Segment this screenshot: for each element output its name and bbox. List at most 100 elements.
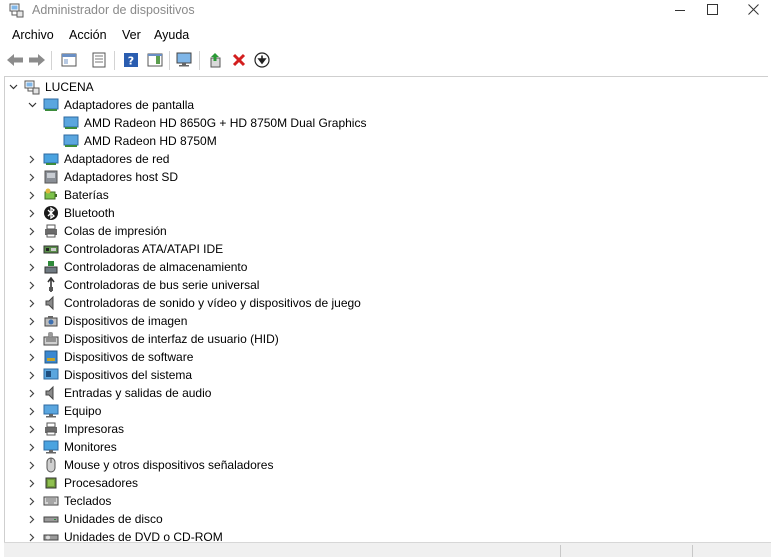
status-divider [560, 545, 561, 557]
chevron-right-icon[interactable] [27, 186, 37, 204]
properties-button[interactable] [89, 50, 109, 70]
category-label: Procesadores [64, 476, 139, 490]
tree-node-category[interactable]: Controladoras de sonido y vídeo y dispos… [27, 294, 361, 312]
tree-node-category[interactable]: Mouse y otros dispositivos señaladores [27, 456, 273, 474]
maximize-icon [707, 4, 718, 15]
help-button[interactable]: ? [121, 50, 141, 70]
tree-node-category[interactable]: Bluetooth [27, 204, 115, 222]
title-bar: Administrador de dispositivos [0, 0, 771, 24]
category-label: Adaptadores host SD [64, 170, 179, 184]
chevron-right-icon[interactable] [27, 348, 37, 366]
tree-node-category[interactable]: Teclados [27, 492, 111, 510]
menu-archivo[interactable]: Archivo [12, 28, 54, 42]
tree-node-category[interactable]: Monitores [27, 438, 117, 456]
category-label: Impresoras [64, 422, 125, 436]
monitor-icon [43, 440, 59, 454]
maximize-button[interactable] [689, 0, 735, 22]
tree-node-root[interactable]: LUCENA [8, 78, 94, 96]
status-divider [692, 545, 693, 557]
chevron-right-icon[interactable] [27, 276, 37, 294]
chevron-right-icon[interactable] [27, 150, 37, 168]
menu-ver[interactable]: Ver [122, 28, 141, 42]
forward-button[interactable] [27, 50, 47, 70]
monitor-scan-icon [176, 52, 192, 67]
keyboard-icon [43, 496, 59, 506]
toolbar: ? [0, 45, 771, 75]
chevron-right-icon[interactable] [27, 510, 37, 528]
close-button[interactable] [730, 0, 771, 22]
chevron-right-icon[interactable] [27, 492, 37, 510]
processor-icon [45, 477, 57, 489]
camera-icon [44, 316, 58, 327]
toolbar-separator [169, 51, 170, 70]
scan-hardware-button[interactable] [175, 50, 195, 70]
chevron-right-icon[interactable] [27, 366, 37, 384]
chevron-right-icon[interactable] [27, 456, 37, 474]
tree-node-category[interactable]: Controladoras de bus serie universal [27, 276, 259, 294]
chevron-right-icon[interactable] [27, 330, 37, 348]
storage-controller-icon [44, 261, 58, 274]
chevron-right-icon[interactable] [27, 258, 37, 276]
help-icon: ? [124, 53, 138, 68]
display-adapter-icon [63, 116, 79, 129]
category-label: Controladoras de sonido y vídeo y dispos… [64, 296, 361, 310]
chevron-right-icon[interactable] [27, 294, 37, 312]
category-label: Monitores [64, 440, 117, 454]
tree-node-category[interactable]: Dispositivos de software [27, 348, 193, 366]
chevron-right-icon[interactable] [27, 420, 37, 438]
menu-accion[interactable]: Acción [69, 28, 107, 42]
chevron-right-icon[interactable] [27, 402, 37, 420]
tree-node-category[interactable]: Controladoras de almacenamiento [27, 258, 247, 276]
chevron-right-icon[interactable] [27, 312, 37, 330]
chevron-right-icon[interactable] [27, 204, 37, 222]
tree-node-category[interactable]: Entradas y salidas de audio [27, 384, 211, 402]
tree-node-category[interactable]: Colas de impresión [27, 222, 167, 240]
properties-pane-icon [61, 53, 77, 67]
chevron-right-icon[interactable] [27, 222, 37, 240]
uninstall-button[interactable] [229, 50, 249, 70]
root-label: LUCENA [45, 80, 94, 94]
chevron-down-icon[interactable] [27, 96, 37, 114]
device-label: AMD Radeon HD 8750M [84, 134, 217, 148]
tree-node-device[interactable]: AMD Radeon HD 8750M [63, 132, 217, 150]
tree-node-category[interactable]: Dispositivos del sistema [27, 366, 192, 384]
category-label: Equipo [64, 404, 102, 418]
show-hide-console-tree-button[interactable] [59, 50, 79, 70]
tree-node-device[interactable]: AMD Radeon HD 8650G + HD 8750M Dual Grap… [63, 114, 366, 132]
download-button[interactable] [252, 50, 272, 70]
tree-node-category[interactable]: Unidades de disco [27, 510, 163, 528]
back-button[interactable] [5, 50, 25, 70]
chevron-right-icon[interactable] [27, 384, 37, 402]
tree-node-category[interactable]: Adaptadores host SD [27, 168, 178, 186]
vertical-scrollbar[interactable] [757, 77, 767, 542]
computer-root-icon [24, 80, 40, 95]
close-icon [748, 4, 759, 15]
chevron-right-icon[interactable] [27, 240, 37, 258]
action-pane-button[interactable] [145, 50, 165, 70]
display-adapter-icon [63, 134, 79, 147]
tree-node-display-adapters[interactable]: Adaptadores de pantalla [27, 96, 194, 114]
audio-io-icon [45, 385, 54, 401]
print-queue-icon [45, 224, 57, 238]
category-label: Entradas y salidas de audio [64, 386, 212, 400]
menu-ayuda[interactable]: Ayuda [154, 28, 189, 42]
category-label: Dispositivos del sistema [64, 368, 193, 382]
status-bar [4, 542, 771, 557]
tree-node-category[interactable]: Impresoras [27, 420, 124, 438]
chevron-down-icon[interactable] [8, 78, 18, 96]
chevron-right-icon[interactable] [27, 438, 37, 456]
chevron-right-icon[interactable] [27, 474, 37, 492]
computer-icon [43, 404, 59, 418]
tree-node-category[interactable]: Baterías [27, 186, 109, 204]
tree-node-category[interactable]: Procesadores [27, 474, 138, 492]
tree-node-category[interactable]: Controladoras ATA/ATAPI IDE [27, 240, 223, 258]
tree-node-category[interactable]: Equipo [27, 402, 101, 420]
printer-icon [45, 422, 57, 436]
tree-node-category[interactable]: Dispositivos de imagen [27, 312, 187, 330]
chevron-right-icon[interactable] [27, 168, 37, 186]
tree-node-category[interactable]: Adaptadores de red [27, 150, 169, 168]
update-driver-button[interactable] [206, 50, 226, 70]
category-label: Dispositivos de imagen [64, 314, 188, 328]
toolbar-separator [114, 51, 115, 70]
tree-node-category[interactable]: Dispositivos de interfaz de usuario (HID… [27, 330, 279, 348]
